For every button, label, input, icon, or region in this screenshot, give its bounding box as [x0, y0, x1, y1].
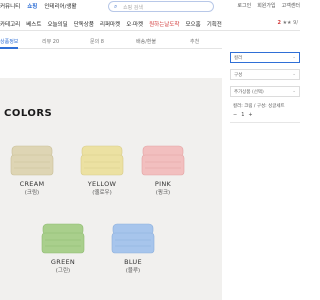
product-korean-name: (그린) [55, 268, 71, 274]
plus-button[interactable]: + [248, 112, 252, 118]
composition-select[interactable]: 구성 ⌄ [230, 69, 300, 80]
product-yellow: YELLOW (옐로우) [72, 142, 132, 196]
extra-product-select[interactable]: 추가상품 (선택) ⌄ [230, 86, 300, 97]
product-korean-name: (크림) [24, 190, 40, 196]
category-right: 2 ★★ 9/ [278, 20, 299, 26]
user-links: 로그인 회원가입 고객센터 [237, 2, 300, 9]
category-item[interactable]: 원하는날도착 [149, 20, 179, 28]
cream-bedding-image [10, 145, 54, 176]
pink-bedding-image [141, 145, 185, 176]
color-select[interactable]: 컬러 ⌄ [230, 52, 300, 63]
nav-community[interactable]: 커뮤니티 [0, 2, 20, 10]
chevron-down-icon: ⌄ [292, 72, 296, 77]
tab-product-info[interactable]: 상품정보 [0, 38, 18, 45]
product-korean-name: (핑크) [155, 190, 171, 196]
product-name: GREEN [50, 258, 76, 266]
category-bar: 카테고리 베스트 오늘의딜 단독상품 리퍼마켓 오·마켓 원하는날도착 모으홈 … [0, 16, 300, 31]
minus-button[interactable]: − [233, 112, 237, 118]
selected-option-text: 컬러: 크림 / 구성: 싱글세트 [233, 104, 285, 109]
product-name: BLUE [124, 258, 142, 266]
tab-recommend[interactable]: 추천 [190, 38, 199, 45]
nav-shopping[interactable]: 쇼핑 [27, 2, 37, 10]
product-korean-name: (옐로우) [92, 190, 112, 196]
category-item[interactable]: 오늘의딜 [47, 20, 67, 28]
product-pink: PINK (핑크) [133, 142, 193, 196]
top-bar: 커뮤니티 쇼핑 인테리어/생활 ⌕ 쇼핑 검색 로그인 회원가입 고객센터 [0, 0, 300, 14]
top-nav: 커뮤니티 쇼핑 인테리어/생활 [0, 2, 77, 10]
category-item[interactable]: 카테고리 [0, 20, 20, 28]
login-link[interactable]: 로그인 [237, 2, 251, 9]
rank-text: ★★ 9/ [282, 20, 298, 26]
section-title: COLORS [4, 108, 53, 119]
tab-shipping[interactable]: 배송/환불 [136, 38, 156, 45]
extra-select-label: 추가상품 (선택) [234, 90, 264, 95]
quantity-stepper: − 1 + [233, 112, 300, 118]
chevron-down-icon: ⌄ [292, 55, 296, 60]
product-green: GREEN (그린) [33, 220, 93, 274]
green-bedding-image [41, 223, 85, 254]
divider [230, 122, 300, 123]
blue-bedding-image [111, 223, 155, 254]
tab-inquiries[interactable]: 문의 8 [90, 38, 104, 45]
active-tab-indicator [0, 47, 18, 49]
search-input[interactable]: ⌕ 쇼핑 검색 [108, 1, 214, 12]
chevron-down-icon: ⌄ [292, 89, 296, 94]
category-list: 카테고리 베스트 오늘의딜 단독상품 리퍼마켓 오·마켓 원하는날도착 모으홈 … [0, 20, 222, 28]
yellow-bedding-image [80, 145, 124, 176]
category-item[interactable]: 오·마켓 [126, 20, 143, 28]
support-link[interactable]: 고객센터 [282, 2, 300, 9]
signup-link[interactable]: 회원가입 [257, 2, 275, 9]
rank-number: 2 [277, 20, 281, 26]
category-item[interactable]: 베스트 [26, 20, 41, 28]
search-icon: ⌕ [114, 3, 118, 10]
product-tabs: 상품정보 리뷰 20 문의 8 배송/환불 추천 [0, 36, 222, 49]
category-item[interactable]: 리퍼마켓 [100, 20, 120, 28]
product-korean-name: (블루) [125, 268, 141, 274]
option-panel: 컬러 ⌄ 구성 ⌄ 추가상품 (선택) ⌄ 컬러: 크림 / 구성: 싱글세트 … [230, 52, 300, 127]
color-select-label: 컬러 [234, 56, 243, 61]
search-placeholder: 쇼핑 검색 [123, 5, 143, 11]
nav-interior[interactable]: 인테리어/생활 [44, 2, 76, 10]
product-name: CREAM [19, 180, 45, 188]
category-item[interactable]: 모으홈 [186, 20, 201, 28]
product-blue: BLUE (블루) [103, 220, 163, 274]
tab-reviews[interactable]: 리뷰 20 [42, 38, 59, 45]
product-name: PINK [154, 180, 172, 188]
category-item[interactable]: 기획전 [207, 20, 222, 28]
product-name: YELLOW [87, 180, 117, 188]
composition-select-label: 구성 [234, 73, 243, 78]
category-item[interactable]: 단독상품 [74, 20, 94, 28]
product-cream: CREAM (크림) [2, 142, 62, 196]
quantity-value: 1 [241, 112, 245, 118]
